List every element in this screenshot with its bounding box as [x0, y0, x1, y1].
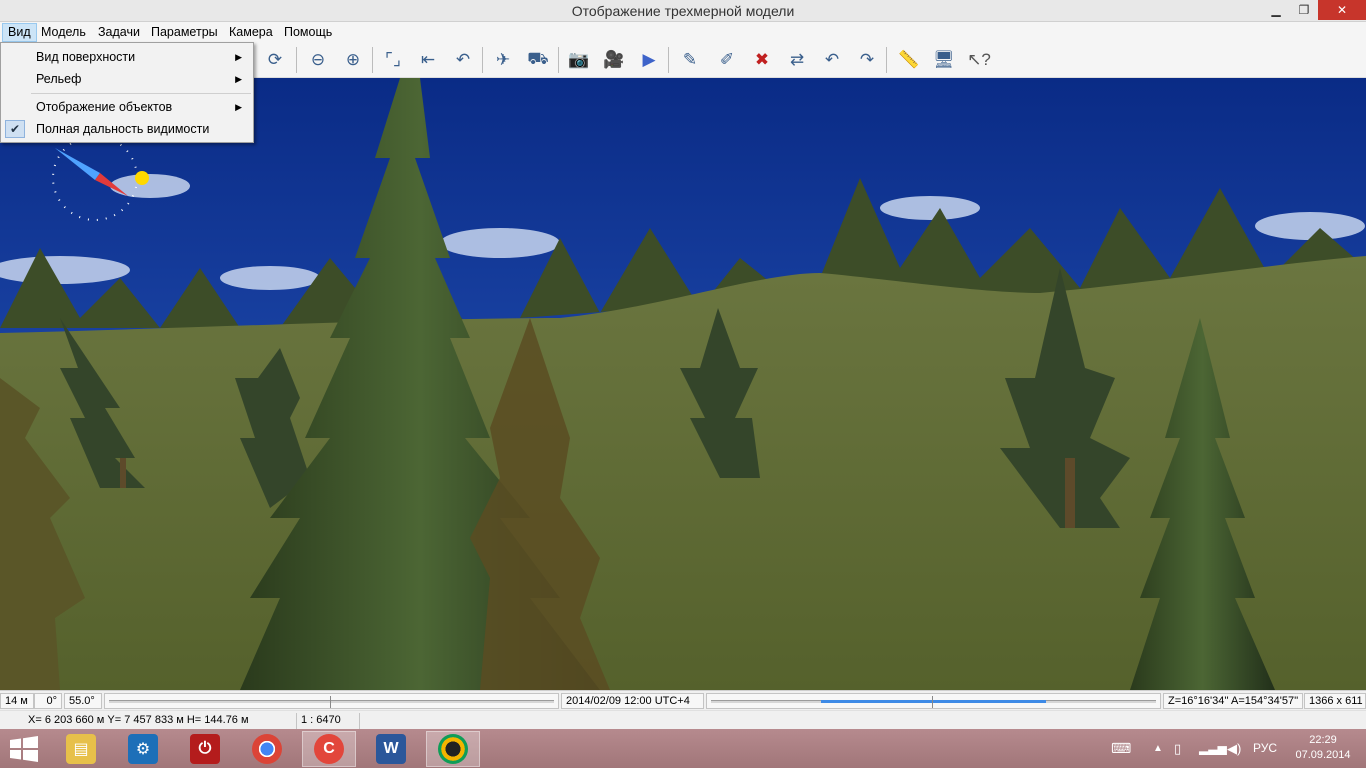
tray-expand-icon[interactable]: ▲	[1153, 729, 1163, 768]
minimize-button[interactable]: ▁	[1262, 0, 1290, 20]
taskbar-file-explorer[interactable]: ▤	[54, 731, 108, 767]
fit-view-icon[interactable]: ⌜⌟	[380, 47, 406, 73]
toolbar-separator	[482, 47, 483, 73]
scale-distance: 14 м	[0, 693, 34, 709]
network-icon[interactable]: ▂▃▅	[1199, 729, 1227, 768]
battery-icon[interactable]: ▯	[1174, 729, 1181, 768]
menu-item-objects-display[interactable]: Отображение объектов ▶	[2, 96, 252, 118]
menu-item-label: Вид поверхности	[36, 50, 136, 64]
redo-icon[interactable]: ↷	[854, 47, 880, 73]
undo-icon[interactable]: ↶	[819, 47, 845, 73]
datetime-value: 2014/02/09 12:00 UTC+4	[561, 693, 704, 709]
window-title: Отображение трехмерной модели	[571, 3, 795, 19]
zoom-in-icon[interactable]: ⊕	[340, 47, 366, 73]
play-icon[interactable]: ▶	[636, 47, 662, 73]
taskbar-power[interactable]: ⏻	[178, 731, 232, 767]
back-icon[interactable]: ⇤	[415, 47, 441, 73]
camera-icon[interactable]: 📷	[566, 47, 592, 73]
toolbar-separator	[558, 47, 559, 73]
vehicle-icon[interactable]: ⛟	[525, 47, 551, 73]
menu-parameters[interactable]: Параметры	[146, 23, 223, 42]
ruler-icon[interactable]: 📏	[896, 47, 922, 73]
status-bar-top: 14 м 0° 55.0° 2014/02/09 12:00 UTC+4 Z=1…	[0, 690, 1366, 710]
draw-icon[interactable]: ✎	[677, 47, 703, 73]
slider-track	[109, 700, 554, 703]
map-scale: 1 : 6470	[296, 713, 360, 729]
3d-model-app-icon	[438, 734, 468, 764]
help-cursor-icon[interactable]: ↖?	[966, 47, 992, 73]
close-button[interactable]: ✕	[1318, 0, 1366, 20]
menu-help[interactable]: Помощь	[279, 23, 337, 42]
checkmark-icon: ✔	[5, 120, 25, 138]
status-bar-bottom: X= 6 203 660 м Y= 7 457 833 м H= 144.76 …	[0, 710, 1366, 729]
helicopter-icon[interactable]: ✈	[490, 47, 516, 73]
coordinates: X= 6 203 660 м Y= 7 457 833 м H= 144.76 …	[28, 714, 249, 726]
submenu-arrow-icon: ▶	[235, 102, 242, 112]
clock-time: 22:29	[1309, 734, 1337, 746]
taskbar-ccleaner[interactable]: C	[302, 731, 356, 767]
taskbar: ▤ ⚙ ⏻ C W ⌨ ▲ ▯ ▂▃▅ ◀) РУС 22:29 07.09.2…	[0, 729, 1366, 768]
orientation-value: Z=16°16'34'' A=154°34'57''	[1163, 693, 1303, 709]
menu-item-relief[interactable]: Рельеф ▶	[2, 68, 252, 90]
language-indicator[interactable]: РУС	[1253, 729, 1277, 768]
menu-item-label: Полная дальность видимости	[36, 122, 210, 136]
ccleaner-icon: C	[314, 734, 344, 764]
resolution-value: 1366 x 611	[1304, 693, 1366, 709]
menu-camera[interactable]: Камера	[224, 23, 278, 42]
file-explorer-icon: ▤	[66, 734, 96, 764]
draw-plus-icon[interactable]: ✐	[714, 47, 740, 73]
menu-item-label: Рельеф	[36, 72, 82, 86]
3d-view[interactable]	[0, 78, 1366, 690]
start-button[interactable]	[10, 736, 38, 762]
slider-knob[interactable]	[932, 696, 933, 708]
windows-logo-icon	[10, 736, 38, 762]
taskbar-control-panel[interactable]: ⚙	[116, 731, 170, 767]
angle-value: 0°	[34, 693, 62, 709]
word-icon: W	[376, 734, 406, 764]
terrain-render[interactable]	[0, 78, 1366, 690]
turn-icon[interactable]: ↶	[450, 47, 476, 73]
rotate-icon[interactable]: ⟳	[262, 47, 288, 73]
taskbar-word[interactable]: W	[364, 731, 418, 767]
delete-icon[interactable]: ✖	[749, 47, 775, 73]
view-dropdown-menu: Вид поверхности ▶ Рельеф ▶ Отображение о…	[0, 42, 254, 143]
menu-bar: Вид Модель Задачи Параметры Камера Помощ…	[0, 22, 1366, 42]
keyboard-icon[interactable]: ⌨	[1111, 729, 1131, 768]
toolbar-separator	[668, 47, 669, 73]
video-camera-icon[interactable]: 🎥	[601, 47, 627, 73]
fov-value: 55.0°	[64, 693, 102, 709]
menu-view[interactable]: Вид	[2, 23, 37, 42]
submenu-arrow-icon: ▶	[235, 52, 242, 62]
taskbar-chrome[interactable]	[240, 731, 294, 767]
time-slider[interactable]	[706, 693, 1161, 709]
clock[interactable]: 22:29 07.09.2014	[1288, 733, 1358, 763]
taskbar-3d-model-app[interactable]	[426, 731, 480, 767]
volume-icon[interactable]: ◀)	[1227, 729, 1241, 768]
toolbar-separator	[886, 47, 887, 73]
move-icon[interactable]: ⇄	[784, 47, 810, 73]
power-icon: ⏻	[190, 734, 220, 764]
menu-item-surface-view[interactable]: Вид поверхности ▶	[2, 46, 252, 68]
distance-slider[interactable]	[104, 693, 559, 709]
menu-tasks[interactable]: Задачи	[93, 23, 145, 42]
control-panel-icon: ⚙	[128, 734, 158, 764]
submenu-arrow-icon: ▶	[235, 74, 242, 84]
zoom-out-icon[interactable]: ⊖	[305, 47, 331, 73]
menu-separator	[31, 93, 251, 94]
menu-item-full-visibility[interactable]: ✔ Полная дальность видимости	[2, 118, 252, 140]
time-range-fill	[821, 700, 1046, 703]
maximize-button[interactable]: ❐	[1290, 0, 1318, 20]
chrome-icon	[252, 734, 282, 764]
title-bar: Отображение трехмерной модели ▁ ❐ ✕	[0, 0, 1366, 22]
toolbar-separator	[296, 47, 297, 73]
slider-knob[interactable]	[330, 696, 331, 708]
toolbar-separator	[372, 47, 373, 73]
menu-item-label: Отображение объектов	[36, 100, 173, 114]
clock-date: 07.09.2014	[1295, 749, 1351, 761]
monitor-icon[interactable]: 🖥	[931, 47, 957, 73]
menu-model[interactable]: Модель	[36, 23, 91, 42]
